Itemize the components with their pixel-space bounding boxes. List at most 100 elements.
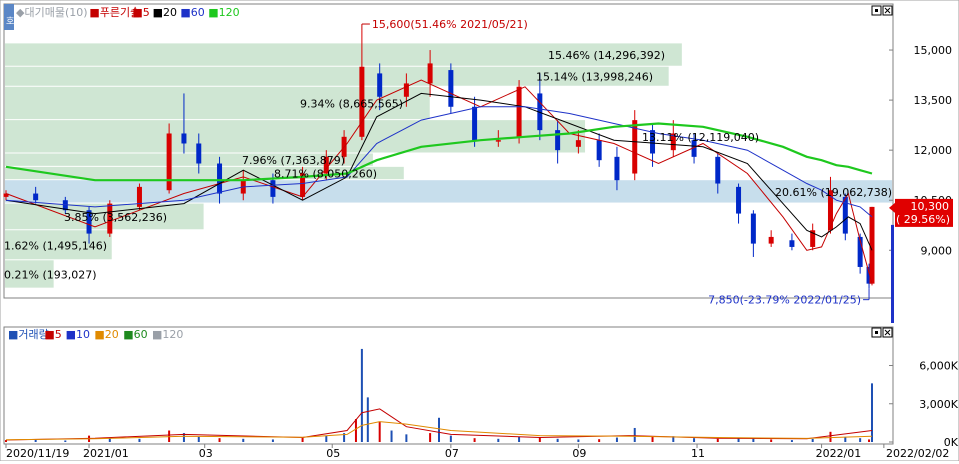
volume-profile-label: 13.11% (12,119,040) [642, 131, 759, 144]
candle-body [555, 130, 561, 151]
volume-legend: ■거래량■5 ■10 ■20 ■60 ■120 [8, 328, 183, 341]
volume-legend-item[interactable]: ■120 [152, 328, 183, 341]
x-tick-label: 2020/11/19 [6, 447, 69, 460]
candle-body [768, 236, 774, 244]
volume-bar [556, 438, 559, 442]
candle-body [715, 156, 721, 184]
current-change-label: ( 29.56%) [896, 213, 950, 226]
candle-body [495, 140, 501, 142]
x-tick-label: 09 [572, 447, 586, 460]
candle-body [596, 140, 602, 161]
volume-profile-label: 3.85% (3,562,236) [64, 211, 167, 224]
price-legend-item[interactable]: ■120 [208, 6, 239, 19]
candle-body [614, 156, 620, 181]
volume-profile-label: 7.96% (7,363,879) [242, 154, 345, 167]
current-price-scroll-strip [891, 224, 894, 323]
volume-bar [429, 433, 432, 442]
volume-bar [871, 383, 873, 442]
volume-bar [438, 417, 440, 442]
price-legend-item[interactable]: ■60 [180, 6, 204, 19]
maximize-icon [875, 9, 878, 12]
volume-bar [811, 438, 814, 442]
volume-bar [497, 438, 500, 442]
price-legend-item[interactable]: ■20 [153, 6, 177, 19]
volume-profile-label: 20.61% (19,062,738) [775, 186, 892, 199]
volume-bar [615, 437, 618, 442]
volume-bar [64, 440, 67, 442]
x-tick-label: 11 [691, 447, 705, 460]
volume-bar [366, 397, 369, 442]
x-tick-label: 05 [326, 447, 340, 460]
volume-bar [473, 438, 476, 442]
candle-body [736, 186, 742, 214]
volume-bar [405, 434, 408, 442]
candle-body [270, 180, 276, 197]
volume-bar [360, 348, 363, 442]
candle-body [403, 83, 409, 97]
candle-body [472, 106, 478, 141]
volume-bar [693, 438, 696, 442]
price-legend-item[interactable]: ◆대기매물(10) [16, 6, 88, 19]
volume-bar [354, 419, 357, 442]
volume-legend-item[interactable]: ■5 [44, 328, 61, 341]
price-tick-label: 9,000 [921, 244, 953, 257]
x-tick-label: 07 [445, 447, 459, 460]
candle-body [575, 140, 581, 147]
price-tick-label: 12,000 [914, 144, 953, 157]
volume-profile-label: 15.14% (13,998,246) [536, 71, 653, 84]
volume-bar [598, 439, 601, 442]
volume-bar [577, 439, 580, 442]
candle-body [181, 133, 187, 144]
volume-profile-label: 15.46% (14,296,392) [548, 49, 665, 62]
volume-bar [378, 421, 381, 442]
volume-bar [390, 430, 393, 442]
annotation-label: 7,850(-23.79% 2022/01/25) [708, 294, 861, 307]
volume-bar [218, 438, 221, 442]
panel-menu-icon: 호 [6, 16, 14, 27]
volume-bar [197, 436, 200, 442]
volume-bar [538, 437, 541, 442]
x-tick-label: 2021/01 [83, 447, 129, 460]
volume-profile-label: 1.62% (1,495,146) [4, 239, 107, 252]
volume-bar [34, 439, 37, 442]
volume-bar [651, 436, 654, 442]
volume-bar [790, 440, 793, 442]
current-price-label: 10,300 [911, 200, 950, 213]
annotation-label: 15,600(51.46% 2021/05/21) [372, 18, 528, 31]
volume-bar [242, 438, 245, 442]
volume-bar [138, 438, 141, 442]
candle-body [217, 163, 223, 194]
candle-body [33, 193, 39, 201]
volume-bar [449, 435, 452, 442]
volume-profile-label: 9.34% (8,665,565) [300, 97, 403, 110]
maximize-icon [875, 331, 878, 334]
volume-legend-item[interactable]: ■10 [66, 328, 90, 341]
volume-bar [829, 431, 832, 442]
candle-body [516, 86, 522, 137]
candle-body [789, 240, 795, 247]
volume-legend-item[interactable]: ■60 [123, 328, 147, 341]
candle-body [377, 73, 383, 97]
x-tick-label: 2022/02/02 [886, 447, 949, 460]
volume-bar [301, 437, 304, 442]
candle-body [427, 63, 433, 84]
volume-bar [633, 427, 636, 442]
volume-bar [868, 439, 871, 442]
candle-body [196, 143, 202, 164]
candle-body [166, 133, 172, 191]
chart-canvas: 15,00013,50012,00010,5009,00015.46% (14,… [0, 0, 959, 462]
x-tick-label: 03 [199, 447, 213, 460]
volume-tick-label: 6,000K [919, 360, 958, 373]
volume-bar [716, 438, 719, 442]
price-tick-label: 15,000 [914, 44, 953, 57]
candle-body [448, 70, 454, 107]
volume-legend-item[interactable]: ■거래량 [8, 328, 49, 341]
x-tick-label: 2022/01 [816, 447, 862, 460]
volume-profile-label: 0.21% (193,027) [4, 268, 97, 281]
volume-bar [518, 436, 521, 442]
volume-bar [770, 439, 773, 442]
price-legend-item[interactable]: ■5 [132, 6, 149, 19]
volume-profile-label: 8.71% (8,050,260) [274, 168, 377, 181]
candle-body [750, 213, 756, 244]
volume-legend-item[interactable]: ■20 [94, 328, 118, 341]
